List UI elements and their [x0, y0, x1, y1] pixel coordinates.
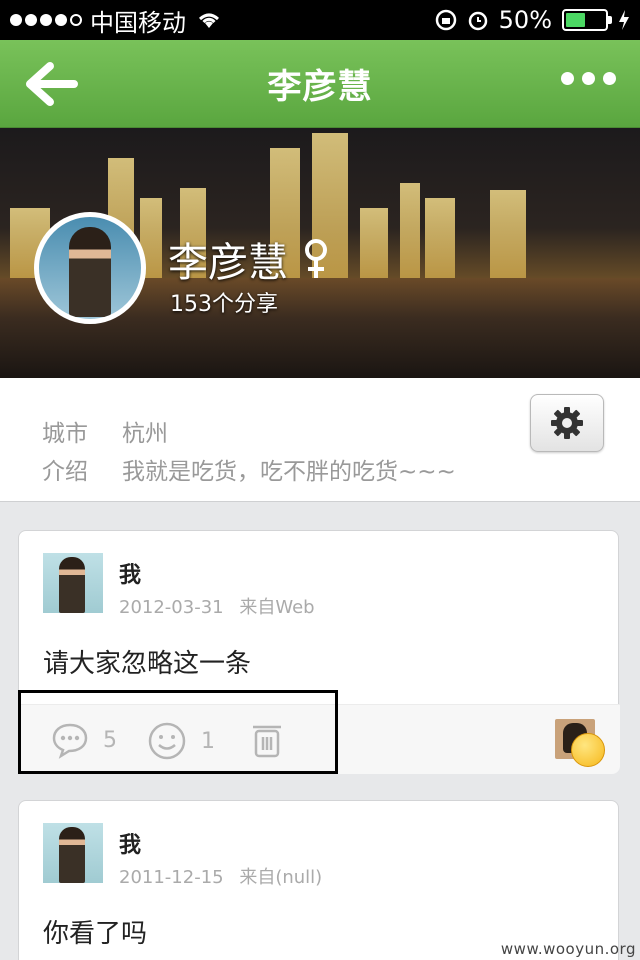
city-label: 城市: [42, 421, 88, 447]
intro-label: 介绍: [42, 459, 88, 485]
post-author-avatar[interactable]: [43, 823, 103, 883]
status-bar: 中国移动 50%: [0, 0, 640, 40]
settings-button[interactable]: [530, 394, 604, 452]
page-title: 李彦慧: [267, 67, 373, 107]
intro-row: 介绍 我就是吃货，吃不胖的吃货~~~: [42, 452, 456, 486]
signal-strength-icon: [10, 14, 82, 26]
share-count[interactable]: 153个分享: [170, 286, 278, 318]
orientation-lock-icon: [435, 9, 456, 31]
navigation-bar: 李彦慧: [0, 40, 640, 128]
profile-name: 李彦慧: [168, 240, 288, 286]
post-card[interactable]: 我 2011-12-15 来自(null) 你看了吗: [18, 800, 619, 960]
city-row: 城市 杭州: [42, 414, 168, 448]
post-source: 来自Web: [239, 597, 315, 618]
battery-percent: 50%: [498, 6, 552, 34]
post-date: 2012-03-31: [119, 597, 224, 618]
post-author[interactable]: 我: [119, 827, 141, 859]
post-meta: 2012-03-31 来自Web: [119, 593, 315, 619]
post-meta: 2011-12-15 来自(null): [119, 863, 322, 889]
gear-icon: [551, 407, 583, 439]
profile-info-panel: 城市 杭州 介绍 我就是吃货，吃不胖的吃货~~~: [0, 378, 640, 502]
wifi-icon: [199, 13, 219, 28]
post-content: 请大家忽略这一条: [43, 649, 252, 679]
emoji-smile-icon: [571, 733, 605, 767]
carrier-name: 中国移动: [90, 8, 186, 37]
profile-banner: 李彦慧 153个分享: [0, 128, 640, 378]
annotation-highlight-box: [18, 690, 338, 774]
back-arrow-icon[interactable]: [24, 58, 80, 110]
female-icon: [305, 239, 327, 278]
profile-name-row: 李彦慧: [168, 230, 330, 288]
charging-icon: [619, 10, 629, 30]
post-content: 你看了吗: [43, 919, 148, 949]
watermark: www.wooyun.org: [500, 940, 636, 958]
post-date: 2011-12-15: [119, 867, 224, 888]
post-author-avatar[interactable]: [43, 553, 103, 613]
intro-value: 我就是吃货，吃不胖的吃货~~~: [122, 459, 456, 485]
post-source: 来自(null): [239, 867, 323, 888]
battery-icon: [562, 9, 612, 31]
alarm-icon: [468, 11, 487, 31]
city-value: 杭州: [122, 421, 168, 447]
post-author[interactable]: 我: [119, 557, 141, 589]
profile-avatar[interactable]: [34, 212, 146, 324]
more-dots-icon[interactable]: [561, 72, 616, 85]
